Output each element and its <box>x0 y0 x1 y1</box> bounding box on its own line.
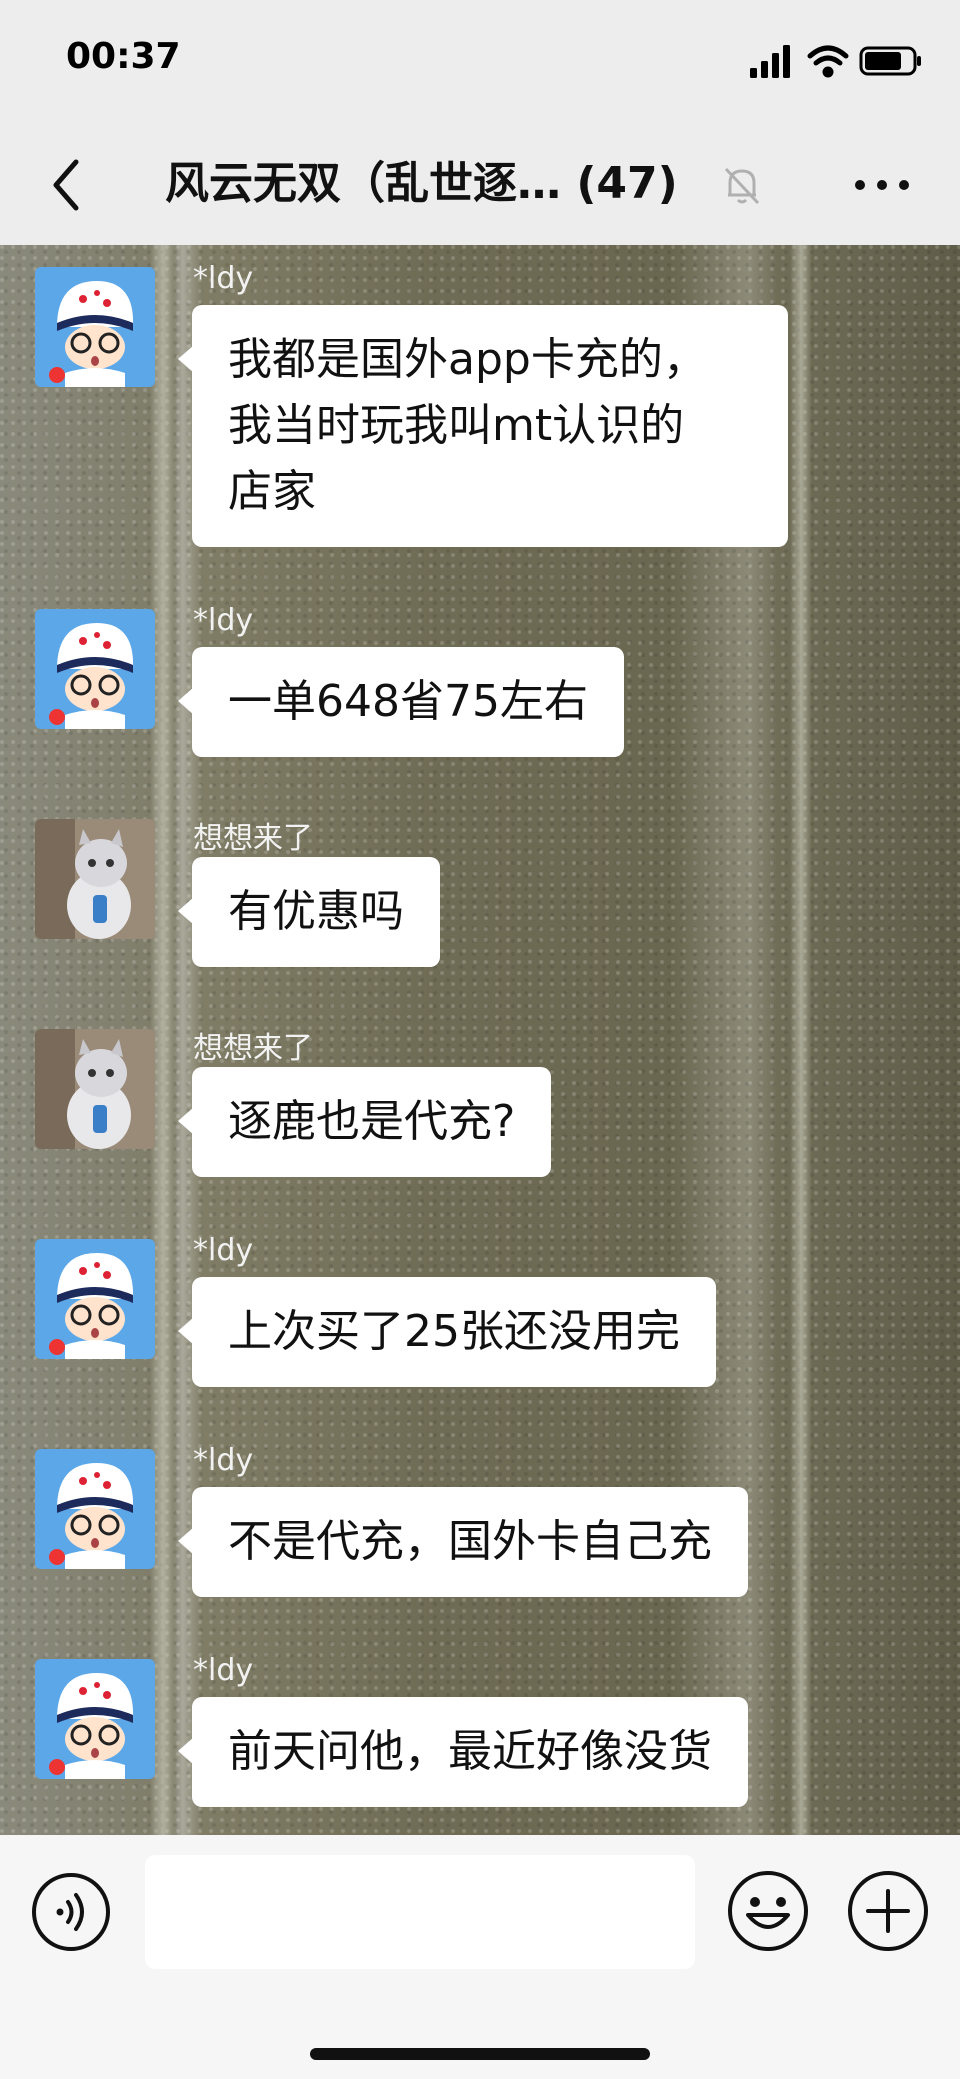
message-bubble[interactable]: 逐鹿也是代充? <box>177 1067 552 1177</box>
emoji-icon[interactable] <box>726 1869 810 1953</box>
sender-name: *ldy <box>193 1653 254 1688</box>
chat-title[interactable]: 风云无双（乱世逐… (47) <box>165 149 725 219</box>
sender-name: 想想来了 <box>193 821 313 856</box>
message-input[interactable] <box>145 1855 695 1969</box>
avatar-cartoon-boy[interactable] <box>35 1449 155 1569</box>
more-dots-icon[interactable] <box>850 165 914 205</box>
chevron-left-icon[interactable] <box>40 152 96 218</box>
avatar-cat-photo[interactable] <box>35 819 155 939</box>
avatar-cat-photo[interactable] <box>35 1029 155 1149</box>
wifi-icon <box>807 45 849 78</box>
input-bar <box>0 1835 960 2079</box>
sender-name: 想想来了 <box>193 1031 313 1066</box>
avatar-cartoon-boy[interactable] <box>35 609 155 729</box>
sender-name: *ldy <box>193 1233 254 1268</box>
message-bubble[interactable]: 一单648省75左右 <box>178 647 624 757</box>
chat-header: 风云无双（乱世逐… (47) <box>0 125 960 245</box>
message-bubble[interactable]: 有优惠吗 <box>178 857 440 967</box>
chat-messages-area[interactable]: *ldy 我都是国外app卡充的， 我当时玩我叫mt认识的 店家 *ldy 一单… <box>0 245 960 1835</box>
avatar-cartoon-boy[interactable] <box>35 267 155 387</box>
message-bubble[interactable]: 我都是国外app卡充的， 我当时玩我叫mt认识的 店家 <box>178 305 788 547</box>
plus-icon[interactable] <box>846 1869 930 1953</box>
home-indicator[interactable] <box>310 2048 650 2060</box>
avatar-cartoon-boy[interactable] <box>35 1659 155 1779</box>
message-bubble[interactable]: 上次买了25张还没用完 <box>178 1277 716 1387</box>
status-time: 00:37 <box>66 36 181 77</box>
sender-name: *ldy <box>193 1443 254 1478</box>
battery-icon <box>859 46 921 76</box>
avatar-cartoon-boy[interactable] <box>35 1239 155 1359</box>
status-icons <box>750 45 921 78</box>
sender-name: *ldy <box>193 261 254 296</box>
message-bubble[interactable]: 前天问他，最近好像没货 <box>178 1697 748 1807</box>
signal-icon <box>750 45 790 78</box>
status-bar: 00:37 <box>0 0 960 125</box>
message-bubble[interactable]: 不是代充，国外卡自己充 <box>178 1487 748 1597</box>
background-streak <box>790 245 812 1835</box>
sender-name: *ldy <box>193 603 254 638</box>
voice-icon[interactable] <box>30 1871 112 1953</box>
bell-muted-icon <box>724 167 760 205</box>
